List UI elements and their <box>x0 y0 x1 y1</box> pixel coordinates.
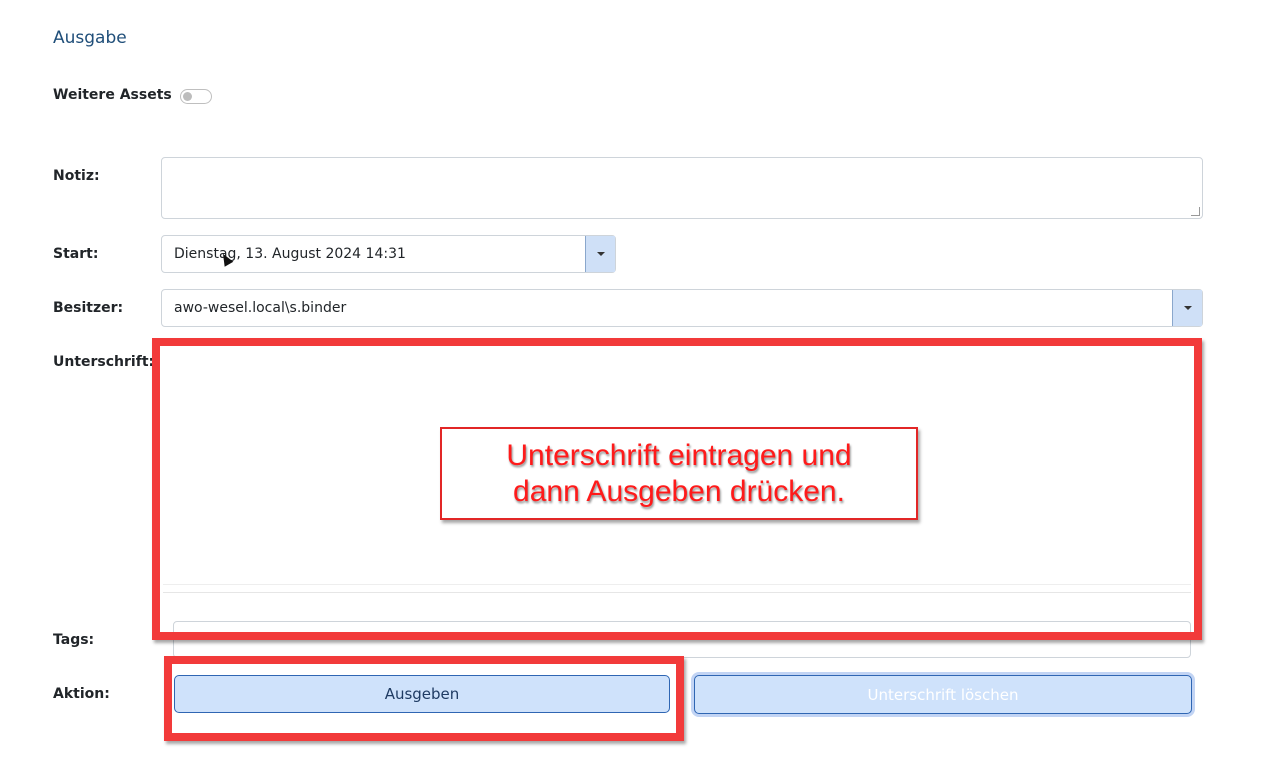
weitere-assets-label: Weitere Assets <box>53 87 172 103</box>
start-label: Start: <box>53 246 99 262</box>
aktion-label: Aktion: <box>53 686 110 702</box>
tags-label: Tags: <box>53 632 95 648</box>
resize-handle-icon[interactable] <box>1191 207 1200 216</box>
chevron-down-icon <box>596 252 605 256</box>
besitzer-value: awo-wesel.local\s.binder <box>174 300 347 316</box>
ausgeben-highlight-frame <box>164 656 684 741</box>
besitzer-select[interactable]: awo-wesel.local\s.binder <box>161 289 1203 327</box>
page-title: Ausgabe <box>53 28 127 48</box>
notiz-label: Notiz: <box>53 168 100 184</box>
callout-line-1: Unterschrift eintragen und <box>506 438 852 472</box>
callout-line-2: dann Ausgeben drücken. <box>513 474 845 508</box>
unterschrift-loeschen-button[interactable]: Unterschrift löschen <box>694 675 1192 714</box>
weitere-assets-toggle[interactable] <box>180 89 212 104</box>
besitzer-label: Besitzer: <box>53 300 124 316</box>
toggle-knob <box>183 92 192 101</box>
notiz-textarea[interactable] <box>161 157 1203 219</box>
start-dropdown-button[interactable] <box>585 236 615 272</box>
start-value: Dienstag, 13. August 2024 14:31 <box>174 246 406 262</box>
chevron-down-icon <box>1183 306 1192 310</box>
besitzer-dropdown-button[interactable] <box>1172 290 1202 326</box>
unterschrift-label: Unterschrift: <box>53 354 155 370</box>
instruction-callout: Unterschrift eintragen und dann Ausgeben… <box>440 427 918 520</box>
